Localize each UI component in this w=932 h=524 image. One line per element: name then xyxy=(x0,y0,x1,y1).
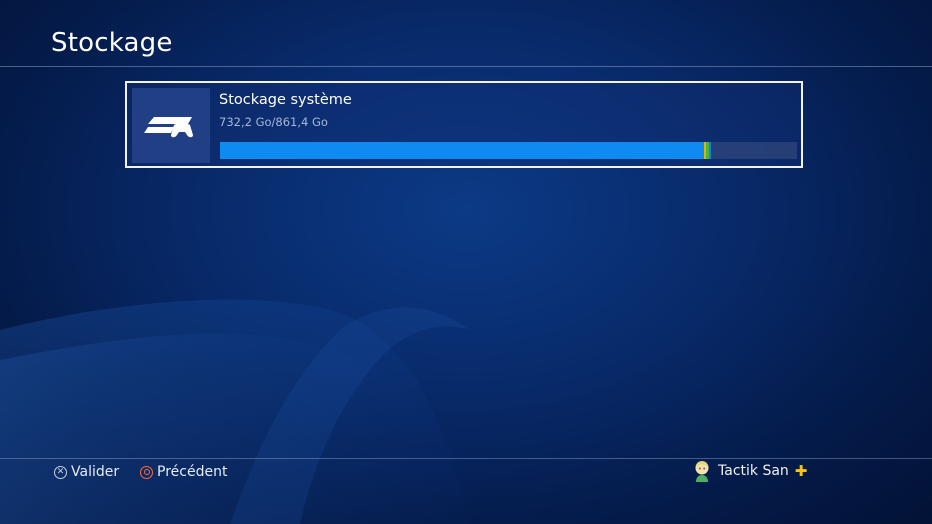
storage-name: Stockage système xyxy=(219,92,352,108)
circle-button-icon xyxy=(140,465,153,479)
ps4-console-icon xyxy=(132,88,210,163)
header-divider xyxy=(0,66,932,67)
cross-button-icon: ✕ xyxy=(54,465,67,479)
footer-divider xyxy=(0,458,932,459)
usage-segment-3 xyxy=(709,142,711,159)
system-storage-item[interactable]: Stockage système 732,2 Go/861,4 Go xyxy=(125,81,803,168)
storage-usage-text: 732,2 Go/861,4 Go xyxy=(219,115,328,129)
storage-usage-bar xyxy=(220,142,797,159)
confirm-button-hint[interactable]: ✕ Valider xyxy=(54,464,119,480)
username: Tactik San xyxy=(718,463,789,479)
user-info[interactable]: Tactik San ✚ xyxy=(693,460,807,482)
page-title: Stockage xyxy=(51,28,173,58)
background-waves xyxy=(0,299,500,524)
back-label: Précédent xyxy=(157,464,228,480)
playstation-plus-icon: ✚ xyxy=(794,462,808,480)
usage-segment-0 xyxy=(220,142,704,159)
confirm-label: Valider xyxy=(71,464,120,480)
back-button-hint[interactable]: Précédent xyxy=(140,464,227,480)
avatar-icon xyxy=(695,461,709,482)
